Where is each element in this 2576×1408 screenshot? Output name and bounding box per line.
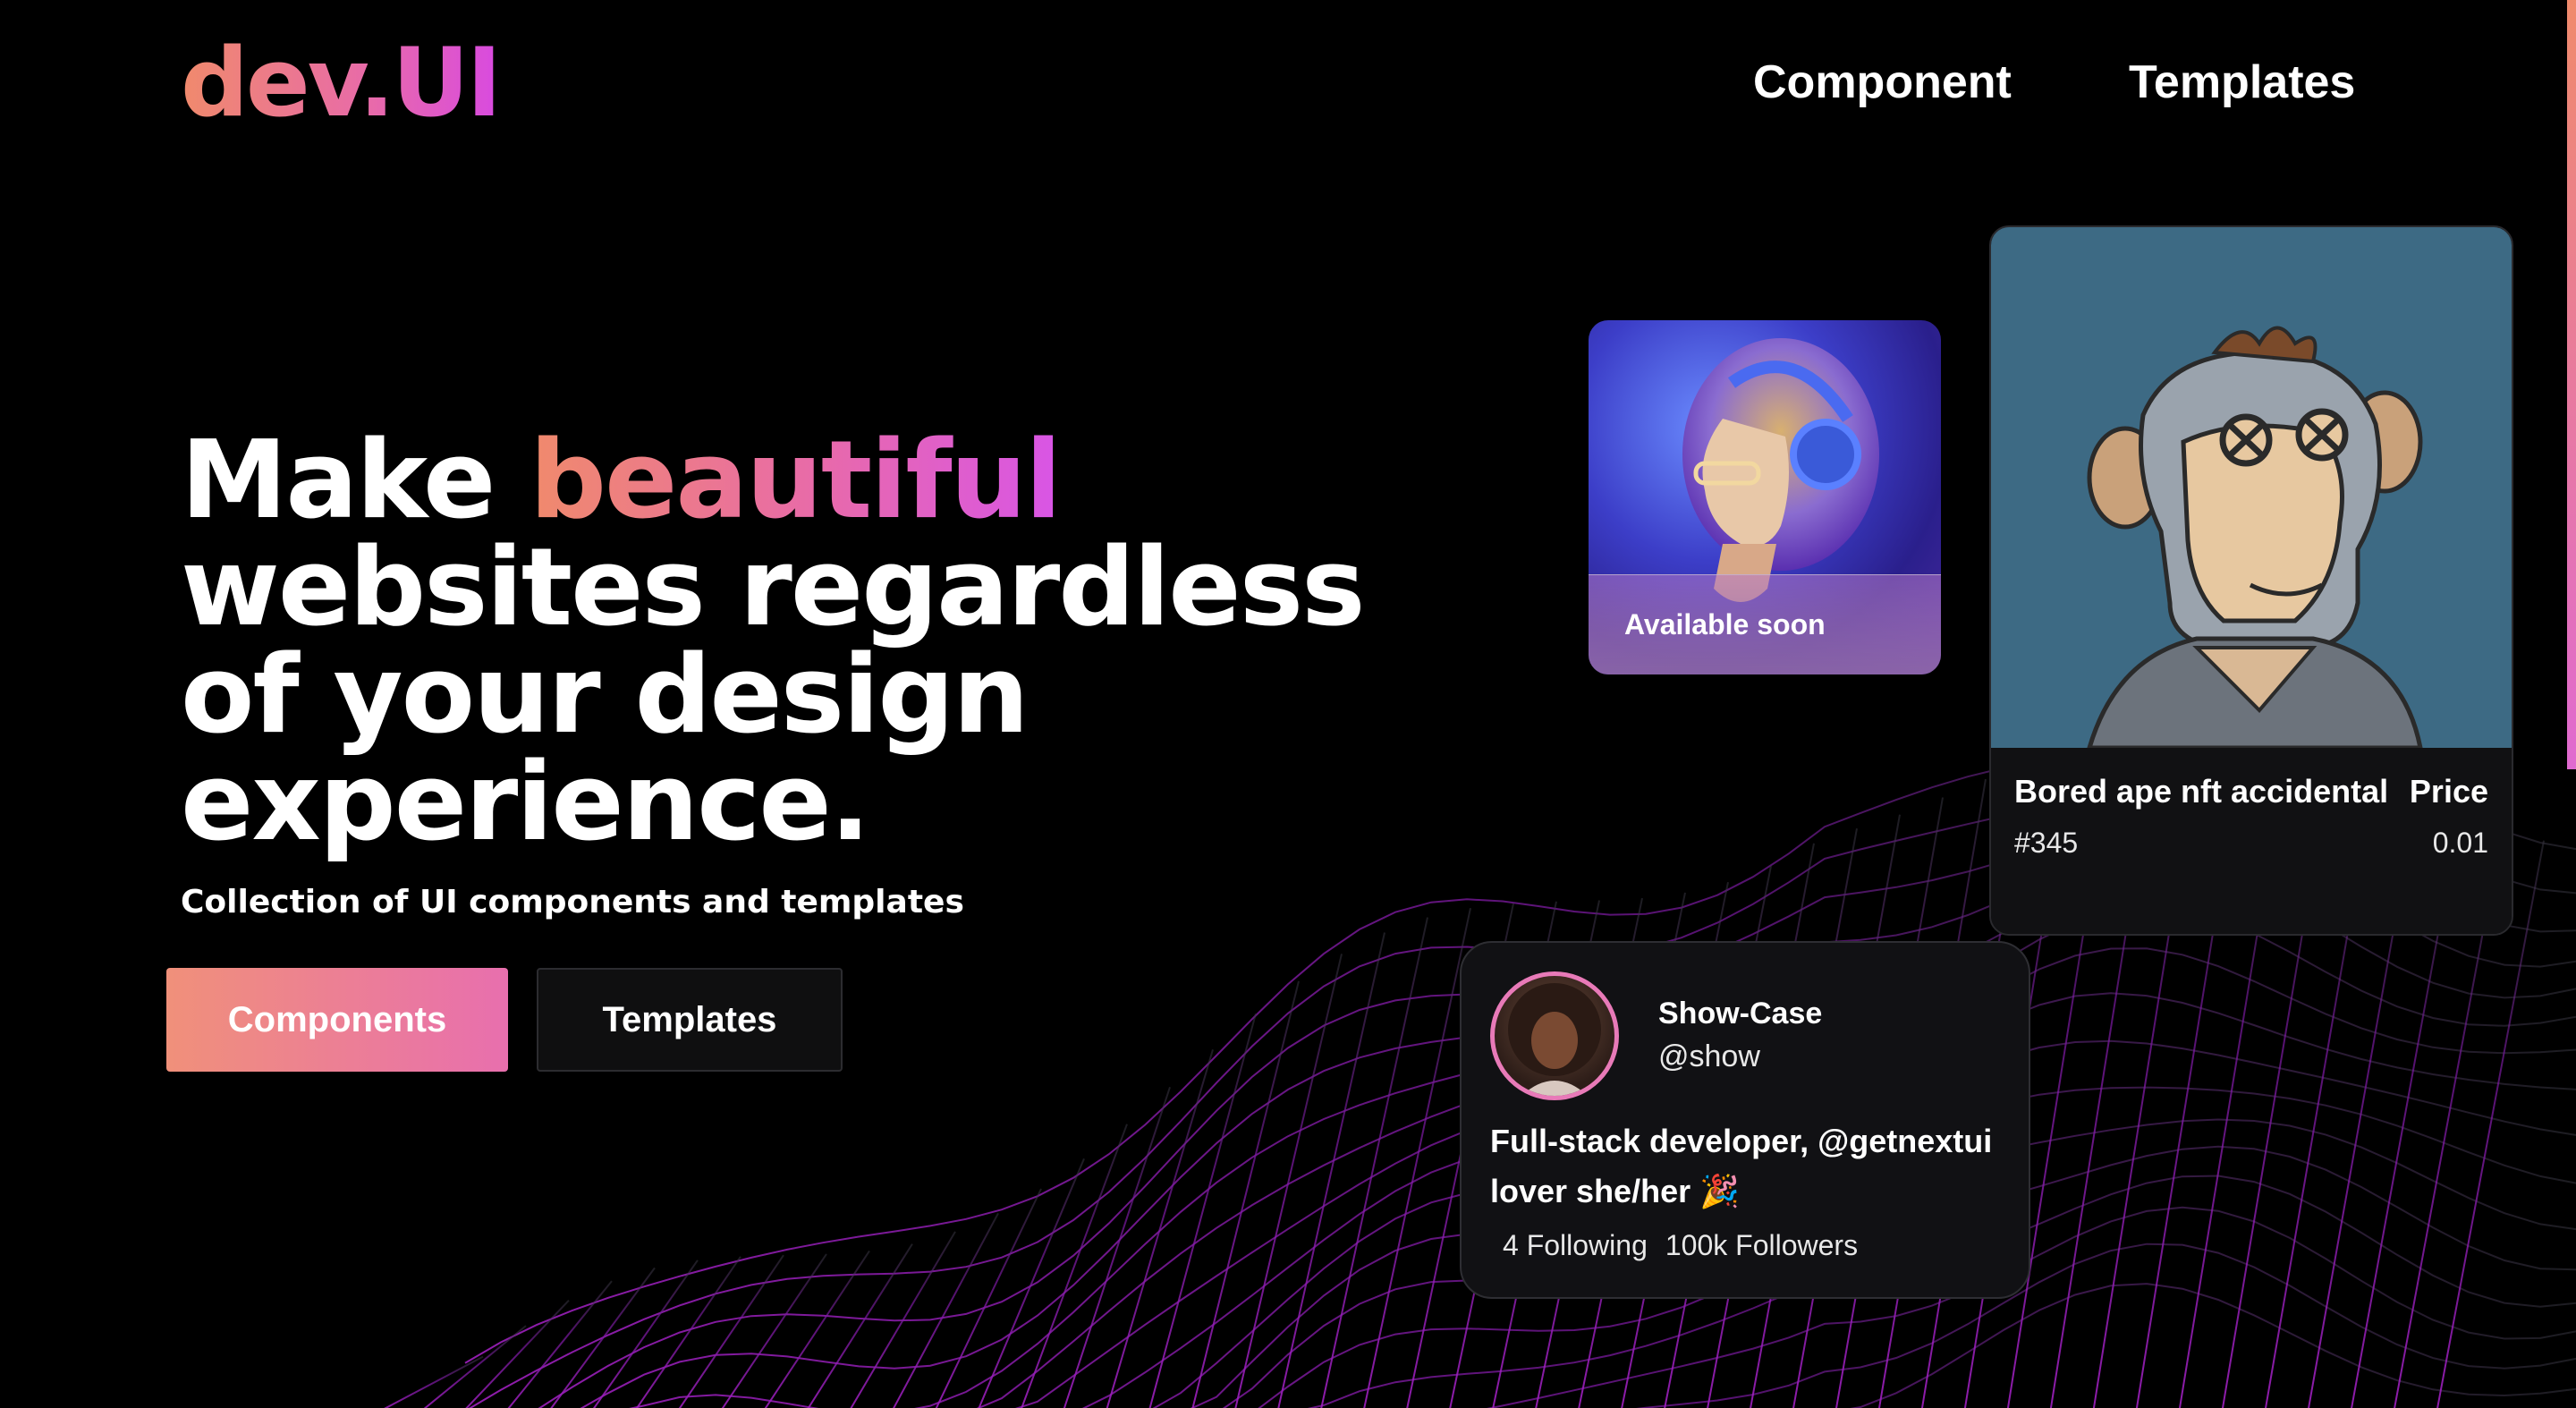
nft-image [1991, 227, 2512, 751]
music-card-caption: Available soon [1589, 574, 1941, 674]
components-button[interactable]: Components [166, 968, 508, 1072]
profile-card[interactable]: Show-Case @show Full-stack developer, @g… [1460, 941, 2030, 1299]
following-count[interactable]: 4 Following [1503, 1229, 1648, 1262]
nft-price-label: Price [2409, 773, 2488, 810]
hero-headline: Make beautiful websites regardless of yo… [181, 428, 1366, 857]
hero-section: Make beautiful websites regardless of yo… [181, 428, 1366, 921]
profile-name: Show-Case [1658, 997, 1823, 1031]
templates-button[interactable]: Templates [537, 968, 843, 1072]
nav-link-templates[interactable]: Templates [2129, 55, 2355, 109]
nft-card[interactable]: Bored ape nft accidental Price #345 0.01 [1989, 225, 2513, 936]
profile-bio: Full-stack developer, @getnextui lover s… [1490, 1123, 1993, 1209]
headline-pre: Make [181, 419, 530, 543]
hero-subtitle: Collection of UI components and template… [181, 884, 964, 920]
profile-handle[interactable]: @show [1658, 1039, 1760, 1074]
headline-line2: websites regardless [181, 526, 1366, 650]
brand-logo[interactable]: dev.UI [181, 36, 502, 131]
nft-info: Bored ape nft accidental Price #345 0.01 [1991, 748, 2512, 934]
followers-count[interactable]: 100k Followers [1665, 1229, 1858, 1262]
bored-ape-illustration [2086, 326, 2424, 751]
nav-link-component[interactable]: Component [1753, 55, 2012, 109]
avatar-illustration [1508, 983, 1601, 1096]
avatar[interactable] [1490, 971, 1619, 1100]
headline-line3: of your design [181, 633, 1030, 758]
profile-stats: 4 Following 100k Followers [1503, 1229, 1858, 1262]
scrollbar-thumb[interactable] [2567, 0, 2576, 769]
nft-price-value: 0.01 [2432, 827, 2488, 859]
music-card[interactable]: Available soon [1589, 320, 1941, 674]
headline-line4: experience. [181, 741, 870, 865]
headline-accent: beautiful [530, 419, 1062, 543]
nft-id: #345 [2014, 827, 2079, 859]
nft-title: Bored ape nft accidental [2014, 773, 2389, 810]
